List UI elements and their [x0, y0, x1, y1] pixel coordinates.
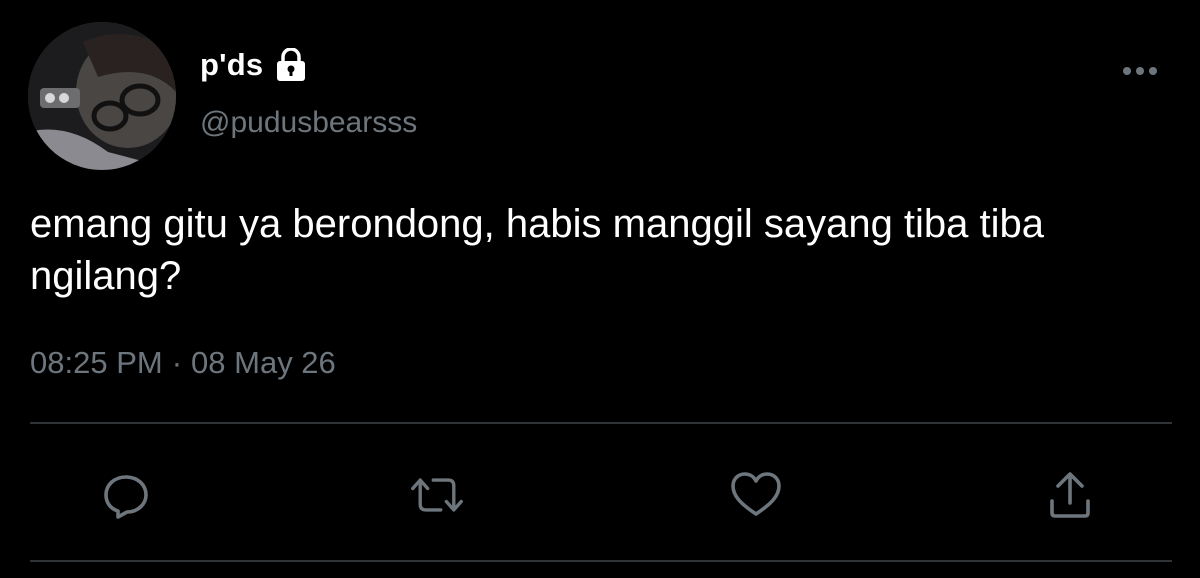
avatar[interactable] — [28, 22, 176, 170]
retweet-icon — [411, 478, 463, 512]
user-handle[interactable]: @pudusbearsss — [200, 106, 417, 140]
reply-icon — [104, 475, 148, 519]
retweet-button[interactable] — [409, 467, 465, 523]
tweet-detail: p'ds @pudusbearsss emang gitu ya berondo… — [0, 0, 1200, 578]
tweet-timestamp[interactable]: 08:25 PM · 08 May 26 — [30, 345, 336, 381]
share-icon — [1050, 472, 1090, 518]
lock-icon — [275, 47, 307, 82]
tweet-text: emang gitu ya berondong, habis manggil s… — [30, 202, 1045, 298]
tweet-date: 08 May 26 — [191, 345, 336, 380]
reply-button[interactable] — [98, 467, 154, 523]
share-button[interactable] — [1042, 467, 1098, 523]
like-button[interactable] — [728, 467, 784, 523]
display-name[interactable]: p'ds — [200, 47, 263, 83]
heart-icon — [731, 472, 781, 516]
avatar-photo — [28, 22, 176, 170]
divider — [30, 560, 1172, 562]
meta-separator: · — [171, 345, 183, 380]
more-icon[interactable] — [1118, 58, 1162, 84]
tweet-time: 08:25 PM — [30, 345, 163, 380]
divider — [30, 422, 1172, 424]
display-name-row: p'ds — [200, 42, 307, 88]
